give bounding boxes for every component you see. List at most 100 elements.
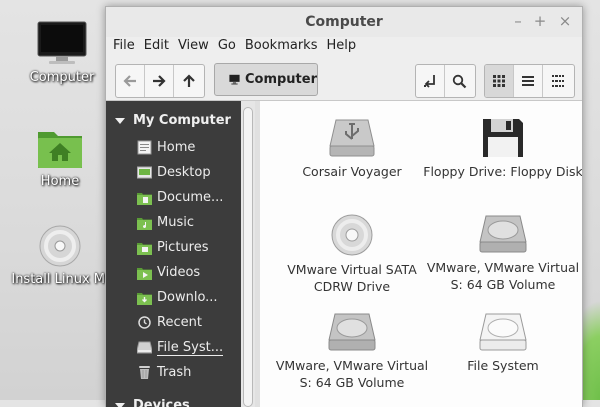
close-icon[interactable]: × — [556, 12, 574, 30]
desktop-icon-label: Computer — [7, 70, 117, 85]
icon-view-button[interactable] — [485, 65, 514, 97]
up-icon — [182, 74, 196, 88]
title-bar[interactable]: Computer – + × — [106, 7, 582, 37]
sidebar-item-file-system[interactable]: File Syst... — [106, 335, 241, 360]
menu-bar: File Edit View Go Bookmarks Help — [106, 37, 582, 57]
sidebar-item-videos[interactable]: Videos — [106, 260, 241, 285]
compact-view-button[interactable] — [543, 65, 572, 97]
sidebar-item-downloads[interactable]: Downlo... — [106, 285, 241, 310]
sidebar-item-desktop[interactable]: Desktop — [106, 160, 241, 185]
file-item-label: Floppy Drive: Floppy Disk — [423, 163, 583, 180]
sidebar-item-label: Recent — [157, 315, 202, 330]
location-computer-button[interactable]: Computer — [214, 63, 318, 96]
pictures-folder-icon — [136, 240, 152, 256]
file-item-file-system[interactable]: File System — [423, 311, 583, 374]
sidebar-item-label: Pictures — [157, 240, 208, 255]
file-item-hard-drive-1[interactable]: VMware, VMware Virtual S: 64 GB Volume — [423, 213, 583, 293]
disc-icon — [38, 224, 82, 268]
sidebar-item-label: Trash — [157, 365, 191, 380]
file-item-label: Corsair Voyager — [272, 163, 432, 180]
usb-drive-icon — [328, 117, 376, 159]
file-item-hard-drive-2[interactable]: VMware, VMware Virtual S: 64 GB Volume — [272, 311, 432, 391]
computer-icon — [229, 73, 240, 86]
desktop-icon-computer[interactable]: Computer — [7, 20, 117, 85]
compact-list-icon — [552, 75, 564, 87]
sidebar-section-title: My Computer — [133, 113, 231, 128]
minimize-icon[interactable]: – — [509, 12, 527, 30]
hard-drive-icon — [479, 213, 527, 255]
monitor-icon — [36, 20, 88, 66]
desktop-icon — [136, 165, 152, 181]
documents-folder-icon — [136, 190, 152, 206]
toolbar — [106, 57, 582, 101]
sidebar-item-label: Music — [157, 215, 194, 230]
toggle-location-button[interactable] — [416, 65, 445, 97]
filesystem-drive-icon — [479, 311, 527, 353]
sidebar-item-label: Downlo... — [157, 290, 218, 305]
back-icon — [123, 74, 137, 88]
sidebar-item-music[interactable]: Music — [106, 210, 241, 235]
menu-edit[interactable]: Edit — [141, 37, 175, 57]
file-manager-window: Computer – + × File Edit View Go Bookmar… — [105, 6, 583, 407]
list-icon — [522, 75, 534, 87]
desktop-icon-label: Install Linux Mi — [5, 272, 115, 287]
sidebar-item-label: File Syst... — [157, 340, 223, 356]
forward-icon — [152, 74, 166, 88]
sidebar-item-trash[interactable]: Trash — [106, 360, 241, 385]
file-item-usb-drive[interactable]: Corsair Voyager — [272, 117, 432, 180]
file-item-label: VMware, VMware Virtual S: 64 GB Volume — [272, 357, 432, 391]
sidebar-item-label: Videos — [157, 265, 200, 280]
icon-grid-icon — [493, 75, 505, 87]
file-item-label: File System — [423, 357, 583, 374]
floppy-icon — [481, 117, 525, 159]
sidebar-item-label: Docume... — [157, 190, 223, 205]
menu-file[interactable]: File — [110, 37, 141, 57]
menu-view[interactable]: View — [175, 37, 215, 57]
sidebar-section-devices[interactable]: Devices — [106, 393, 190, 407]
music-folder-icon — [136, 215, 152, 231]
sidebar-section-title: Devices — [133, 398, 190, 407]
search-button[interactable] — [445, 65, 474, 97]
home-folder-icon — [36, 126, 84, 170]
location-toggle-icon — [422, 73, 438, 89]
videos-folder-icon — [136, 265, 152, 281]
view-buttons — [484, 64, 575, 98]
maximize-icon[interactable]: + — [531, 12, 549, 30]
file-item-label: VMware Virtual SATA CDRW Drive — [272, 261, 432, 295]
sidebar-section-my-computer[interactable]: My Computer — [106, 108, 231, 133]
recent-icon — [136, 315, 152, 331]
drive-icon — [136, 340, 152, 356]
hard-drive-icon — [328, 311, 376, 353]
back-button[interactable] — [116, 65, 145, 97]
desktop-icon-install[interactable]: Install Linux Mi — [5, 224, 115, 287]
downloads-folder-icon — [136, 290, 152, 306]
content-area: Corsair Voyager Floppy Drive: Floppy Dis… — [260, 101, 582, 407]
location-label: Computer — [245, 72, 317, 87]
sidebar-scrollbar-thumb[interactable] — [243, 107, 253, 407]
up-button[interactable] — [174, 65, 203, 97]
trash-icon — [136, 365, 152, 381]
list-view-button[interactable] — [514, 65, 543, 97]
search-icon — [452, 74, 467, 89]
sidebar-item-label: Desktop — [157, 165, 211, 180]
desktop-icon-label: Home — [5, 174, 115, 189]
navigation-buttons — [115, 64, 205, 98]
file-item-floppy[interactable]: Floppy Drive: Floppy Disk — [423, 117, 583, 180]
menu-bookmarks[interactable]: Bookmarks — [242, 37, 324, 57]
sidebar-item-label: Home — [157, 140, 195, 155]
cd-icon — [330, 213, 374, 257]
expand-arrow-icon — [115, 402, 125, 407]
home-icon — [136, 140, 152, 156]
search-buttons — [415, 64, 476, 98]
sidebar-item-recent[interactable]: Recent — [106, 310, 241, 335]
desktop-icon-home[interactable]: Home — [5, 126, 115, 189]
forward-button[interactable] — [145, 65, 174, 97]
sidebar-item-pictures[interactable]: Pictures — [106, 235, 241, 260]
sidebar-item-documents[interactable]: Docume... — [106, 185, 241, 210]
file-item-cd-drive[interactable]: VMware Virtual SATA CDRW Drive — [272, 213, 432, 295]
menu-go[interactable]: Go — [215, 37, 242, 57]
expand-arrow-icon — [115, 117, 125, 125]
sidebar-item-home[interactable]: Home — [106, 135, 241, 160]
menu-help[interactable]: Help — [323, 37, 362, 57]
file-item-label: VMware, VMware Virtual S: 64 GB Volume — [423, 259, 583, 293]
